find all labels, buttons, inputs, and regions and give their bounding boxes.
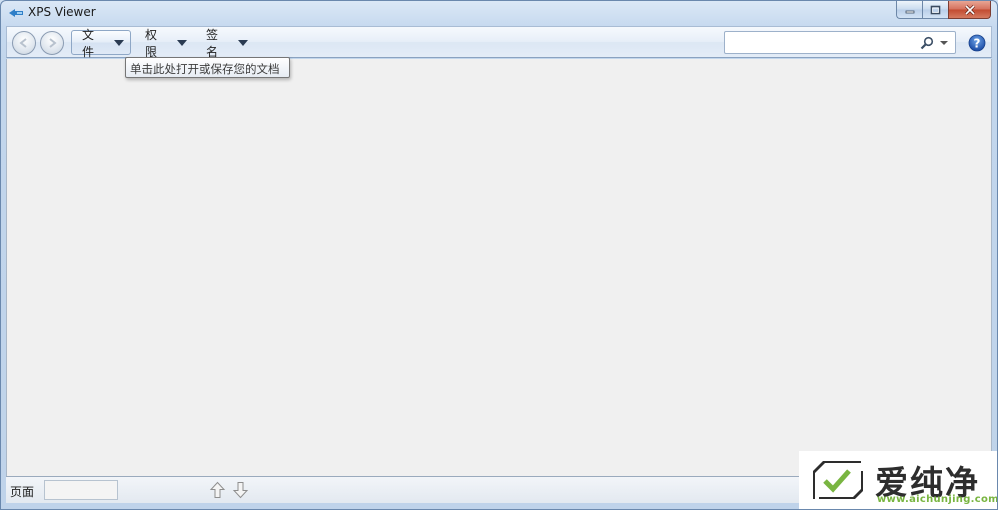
back-button[interactable] bbox=[12, 31, 36, 55]
svg-text:?: ? bbox=[974, 36, 981, 50]
page-label: 页面 bbox=[10, 485, 35, 499]
minimize-button[interactable] bbox=[896, 1, 922, 19]
chevron-down-icon bbox=[940, 41, 948, 45]
caption-buttons bbox=[896, 1, 991, 19]
help-icon[interactable]: ? bbox=[968, 34, 986, 52]
arrow-right-icon bbox=[49, 38, 57, 48]
search-options-dropdown[interactable] bbox=[940, 41, 948, 45]
watermark: 爱纯净 www.aichunjing.com bbox=[799, 451, 998, 509]
watermark-logo-icon bbox=[813, 461, 863, 499]
menu-signatures[interactable]: 签名 bbox=[195, 28, 255, 59]
chevron-down-icon bbox=[238, 39, 248, 46]
menu-file[interactable]: 文件 bbox=[71, 28, 131, 59]
arrow-down-icon[interactable] bbox=[232, 481, 249, 499]
maximize-icon bbox=[930, 5, 941, 14]
toolbar: 文件 权限 签名 ? bbox=[6, 26, 992, 59]
title-bar[interactable]: XPS Viewer bbox=[1, 1, 997, 25]
watermark-url: www.aichunjing.com bbox=[877, 494, 998, 505]
menu-permissions[interactable]: 权限 bbox=[134, 28, 194, 59]
minimize-icon bbox=[905, 10, 914, 13]
forward-button[interactable] bbox=[40, 31, 64, 55]
xps-app-icon bbox=[9, 9, 23, 17]
close-button[interactable] bbox=[948, 1, 991, 19]
arrow-left-icon bbox=[19, 38, 27, 48]
search-input[interactable] bbox=[728, 34, 914, 51]
search-box bbox=[724, 31, 956, 54]
menu-permissions-label: 权限 bbox=[145, 27, 158, 59]
xps-viewer-window: XPS Viewer 文件 权限 签名 ? 单击此处打开或保存您的文档 页面 爱… bbox=[0, 0, 998, 510]
document-area[interactable] bbox=[6, 59, 992, 476]
search-icon[interactable] bbox=[920, 36, 934, 50]
close-icon bbox=[964, 4, 975, 15]
page-number-input[interactable] bbox=[44, 480, 118, 500]
arrow-up-icon[interactable] bbox=[209, 481, 226, 499]
menu-file-label: 文件 bbox=[82, 27, 95, 59]
chevron-down-icon bbox=[177, 39, 187, 46]
window-title: XPS Viewer bbox=[28, 5, 96, 19]
menu-signatures-label: 签名 bbox=[206, 27, 219, 59]
chevron-down-icon bbox=[114, 39, 124, 46]
tooltip: 单击此处打开或保存您的文档 bbox=[125, 57, 290, 78]
maximize-button[interactable] bbox=[922, 1, 948, 19]
